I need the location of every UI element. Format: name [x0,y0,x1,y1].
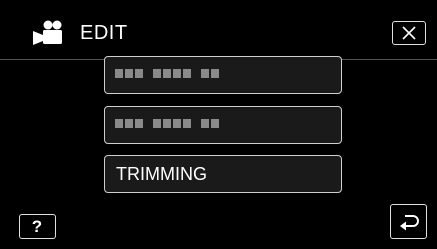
redacted-label-placeholder [115,119,229,128]
redacted-label-placeholder [115,69,229,78]
edit-menu-screen: EDIT TRIMMING ? [0,0,437,249]
close-button[interactable] [392,21,426,45]
header-bar: EDIT [0,0,437,59]
menu-item-1[interactable] [104,56,342,94]
help-label: ? [31,217,43,236]
menu-item-2[interactable] [104,106,342,144]
movie-camera-icon [30,18,70,48]
help-button[interactable]: ? [19,214,56,239]
menu-item-trimming[interactable]: TRIMMING [104,155,342,193]
page-title: EDIT [80,22,128,44]
menu-item-label: TRIMMING [116,164,207,184]
return-button[interactable] [390,204,427,239]
